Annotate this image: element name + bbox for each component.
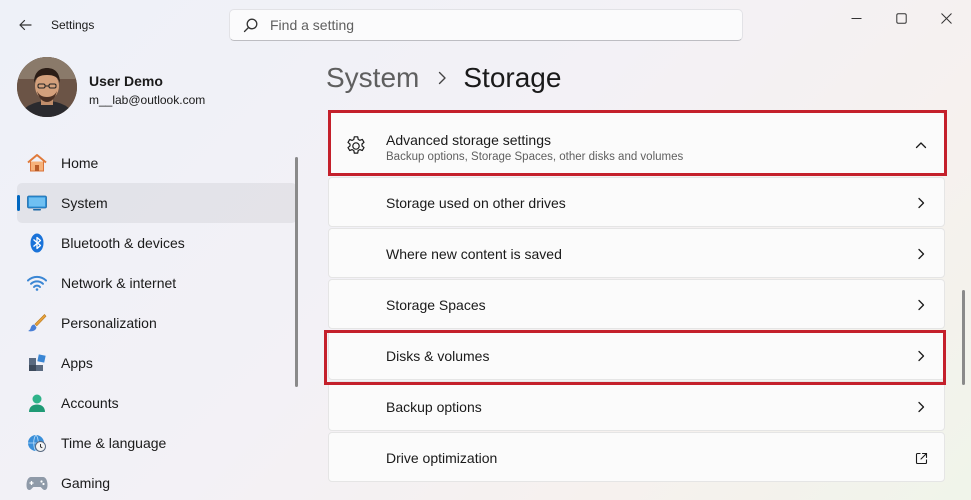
setting-row-storage-other-drives[interactable]: Storage used on other drives <box>328 177 945 227</box>
sidebar-nav: Home System Bluetooth & devices Network … <box>17 143 297 500</box>
apps-icon <box>26 353 48 373</box>
content-scrollbar[interactable] <box>962 290 965 385</box>
app-title: Settings <box>51 18 95 32</box>
chevron-right-icon <box>914 298 928 312</box>
gamepad-icon <box>26 473 48 493</box>
advanced-storage-section: Advanced storage settings Backup options… <box>328 112 945 482</box>
breadcrumb-parent[interactable]: System <box>326 62 419 94</box>
advanced-storage-header[interactable]: Advanced storage settings Backup options… <box>328 112 945 176</box>
sidebar-item-label: Accounts <box>61 395 119 411</box>
chevron-right-icon <box>914 349 928 363</box>
close-icon <box>940 12 952 24</box>
sidebar-item-label: Time & language <box>61 435 167 451</box>
selection-indicator <box>17 195 20 211</box>
avatar <box>17 57 77 117</box>
sidebar-item-label: Apps <box>61 355 93 371</box>
chevron-up-icon <box>914 138 928 152</box>
close-button[interactable] <box>923 4 969 32</box>
sidebar-item-label: System <box>61 195 108 211</box>
sidebar-item-gaming[interactable]: Gaming <box>17 463 297 500</box>
user-name: User Demo <box>89 73 163 89</box>
setting-row-backup-options[interactable]: Backup options <box>328 381 945 431</box>
setting-label: Storage Spaces <box>386 297 486 313</box>
system-icon <box>26 193 48 213</box>
sidebar-item-label: Personalization <box>61 315 157 331</box>
sidebar-item-apps[interactable]: Apps <box>17 343 297 383</box>
sidebar-item-label: Bluetooth & devices <box>61 235 185 251</box>
setting-label: Drive optimization <box>386 450 498 466</box>
user-email: m__lab@outlook.com <box>89 93 206 107</box>
section-title: Advanced storage settings <box>386 132 551 148</box>
home-icon <box>26 153 48 173</box>
sidebar-item-home[interactable]: Home <box>17 143 297 183</box>
section-description: Backup options, Storage Spaces, other di… <box>386 151 684 163</box>
search-box[interactable] <box>229 9 743 41</box>
search-icon <box>230 10 270 40</box>
sidebar-item-label: Gaming <box>61 475 111 491</box>
external-link-icon <box>914 451 928 465</box>
setting-label: Storage used on other drives <box>386 195 566 211</box>
setting-row-new-content-saved[interactable]: Where new content is saved <box>328 228 945 278</box>
globe-clock-icon <box>26 433 48 453</box>
user-profile[interactable]: User Demo m__lab@outlook.com <box>17 57 297 119</box>
minimize-icon <box>851 17 861 19</box>
maximize-button[interactable] <box>878 4 924 32</box>
setting-row-drive-optimization[interactable]: Drive optimization <box>328 432 945 482</box>
wifi-icon <box>26 273 48 293</box>
sidebar-item-accounts[interactable]: Accounts <box>17 383 297 423</box>
sidebar-item-network[interactable]: Network & internet <box>17 263 297 303</box>
setting-label: Where new content is saved <box>386 246 562 262</box>
chevron-right-icon <box>914 247 928 261</box>
brush-icon <box>26 313 48 333</box>
sidebar-item-time-language[interactable]: Time & language <box>17 423 297 463</box>
breadcrumb: System Storage <box>326 58 561 98</box>
bluetooth-icon <box>26 233 48 253</box>
sidebar-item-bluetooth[interactable]: Bluetooth & devices <box>17 223 297 263</box>
back-arrow-icon <box>19 19 32 31</box>
chevron-right-icon <box>914 196 928 210</box>
setting-row-storage-spaces[interactable]: Storage Spaces <box>328 279 945 329</box>
search-input[interactable] <box>270 17 742 33</box>
accounts-icon <box>26 393 48 413</box>
sidebar-item-label: Home <box>61 155 99 171</box>
setting-label: Disks & volumes <box>386 348 490 364</box>
chevron-right-icon <box>914 400 928 414</box>
sidebar-item-label: Network & internet <box>61 275 177 291</box>
back-button[interactable] <box>12 12 38 38</box>
sidebar-item-personalization[interactable]: Personalization <box>17 303 297 343</box>
page-title: Storage <box>463 62 562 93</box>
maximize-icon <box>895 12 907 24</box>
setting-label: Backup options <box>386 399 482 415</box>
setting-row-disks-volumes[interactable]: Disks & volumes <box>328 330 945 380</box>
gear-icon <box>345 135 367 157</box>
title-bar: Settings <box>0 0 971 50</box>
minimize-button[interactable] <box>833 4 879 32</box>
sidebar-item-system[interactable]: System <box>17 183 297 223</box>
sidebar-scrollbar[interactable] <box>295 157 298 387</box>
chevron-right-icon <box>437 71 447 85</box>
